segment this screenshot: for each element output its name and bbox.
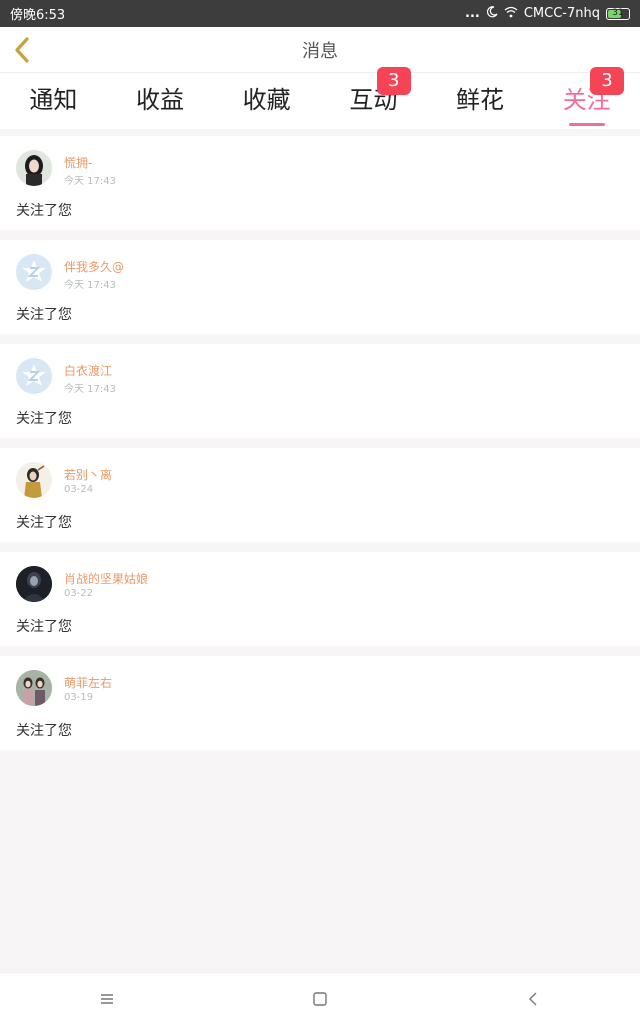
page-title: 消息 xyxy=(302,40,338,62)
timestamp: 03-19 xyxy=(64,692,94,703)
message-text: 关注了您 xyxy=(16,411,72,427)
tab-favorites[interactable]: 收藏 xyxy=(213,73,320,129)
timestamp: 03-24 xyxy=(64,484,94,495)
system-nav-bar xyxy=(0,972,640,1024)
more-dots-icon: ... xyxy=(465,6,480,21)
avatar[interactable] xyxy=(16,462,52,498)
tab-label: 收益 xyxy=(136,86,184,114)
battery-icon: 31 xyxy=(606,7,630,20)
list-item[interactable]: 慌拥- 今天 17:43 关注了您 xyxy=(0,136,640,230)
status-time: 傍晚6:53 xyxy=(10,8,66,23)
system-back-button[interactable] xyxy=(513,979,553,1019)
moon-icon xyxy=(486,5,498,22)
tab-label: 收藏 xyxy=(242,86,291,114)
tab-bar: 通知 收益 收藏 互动 3 鲜花 关注 3 xyxy=(0,67,640,129)
tab-interaction[interactable]: 互动 3 xyxy=(320,67,427,129)
avatar[interactable] xyxy=(16,150,52,186)
back-triangle-icon xyxy=(529,992,537,1005)
tab-earnings[interactable]: 收益 xyxy=(107,73,214,129)
avatar[interactable] xyxy=(16,566,52,602)
message-list: 慌拥- 今天 17:43 关注了您 伴我多久@ 今天 17:43 关注了您 白衣… xyxy=(0,136,640,760)
message-text: 关注了您 xyxy=(16,203,72,219)
message-text: 关注了您 xyxy=(16,619,72,635)
user-name[interactable]: 慌拥- xyxy=(64,154,92,171)
list-item[interactable]: 若别丶离 03-24 关注了您 xyxy=(0,448,640,542)
tab-follow[interactable]: 关注 3 xyxy=(533,67,640,129)
user-name[interactable]: 白衣渡江 xyxy=(64,362,112,379)
status-bar: 傍晚6:53 ... CMCC-7nhq 31 xyxy=(0,0,640,27)
avatar[interactable] xyxy=(16,254,52,290)
user-name[interactable]: 肖战的坚果姑娘 xyxy=(64,570,148,587)
unread-badge: 3 xyxy=(376,67,411,95)
chevron-left-icon xyxy=(15,37,29,63)
list-item[interactable]: 白衣渡江 今天 17:43 关注了您 xyxy=(0,344,640,438)
list-item[interactable]: 伴我多久@ 今天 17:43 关注了您 xyxy=(0,240,640,334)
user-name[interactable]: 若别丶离 xyxy=(64,466,112,483)
timestamp: 今天 17:43 xyxy=(64,384,116,395)
message-text: 关注了您 xyxy=(16,307,72,323)
timestamp: 今天 17:43 xyxy=(64,176,116,187)
tab-label: 鲜花 xyxy=(456,86,505,114)
list-item[interactable]: 肖战的坚果姑娘 03-22 关注了您 xyxy=(0,552,640,646)
message-text: 关注了您 xyxy=(16,723,72,739)
home-button[interactable] xyxy=(300,979,340,1019)
status-icons: ... CMCC-7nhq 31 xyxy=(465,5,630,22)
tab-label: 通知 xyxy=(29,86,78,114)
avatar[interactable] xyxy=(16,670,52,706)
battery-level: 31 xyxy=(612,8,624,18)
message-text: 关注了您 xyxy=(16,515,72,531)
user-name[interactable]: 萌菲左右 xyxy=(64,674,112,691)
menu-button[interactable] xyxy=(87,979,127,1019)
square-icon xyxy=(313,991,327,1006)
back-button[interactable] xyxy=(8,35,36,65)
list-item[interactable]: 萌菲左右 03-19 关注了您 xyxy=(0,656,640,750)
tab-flowers[interactable]: 鲜花 xyxy=(427,73,534,129)
tab-notice[interactable]: 通知 xyxy=(0,73,107,129)
timestamp: 今天 17:43 xyxy=(64,280,116,291)
app-header: 消息 xyxy=(0,27,640,73)
carrier-label: CMCC-7nhq xyxy=(523,6,600,21)
timestamp: 03-22 xyxy=(64,588,94,599)
wifi-icon xyxy=(504,6,518,22)
user-name[interactable]: 伴我多久@ xyxy=(64,258,124,275)
unread-badge: 3 xyxy=(590,67,625,95)
menu-icon xyxy=(100,993,113,1004)
avatar[interactable] xyxy=(16,358,52,394)
